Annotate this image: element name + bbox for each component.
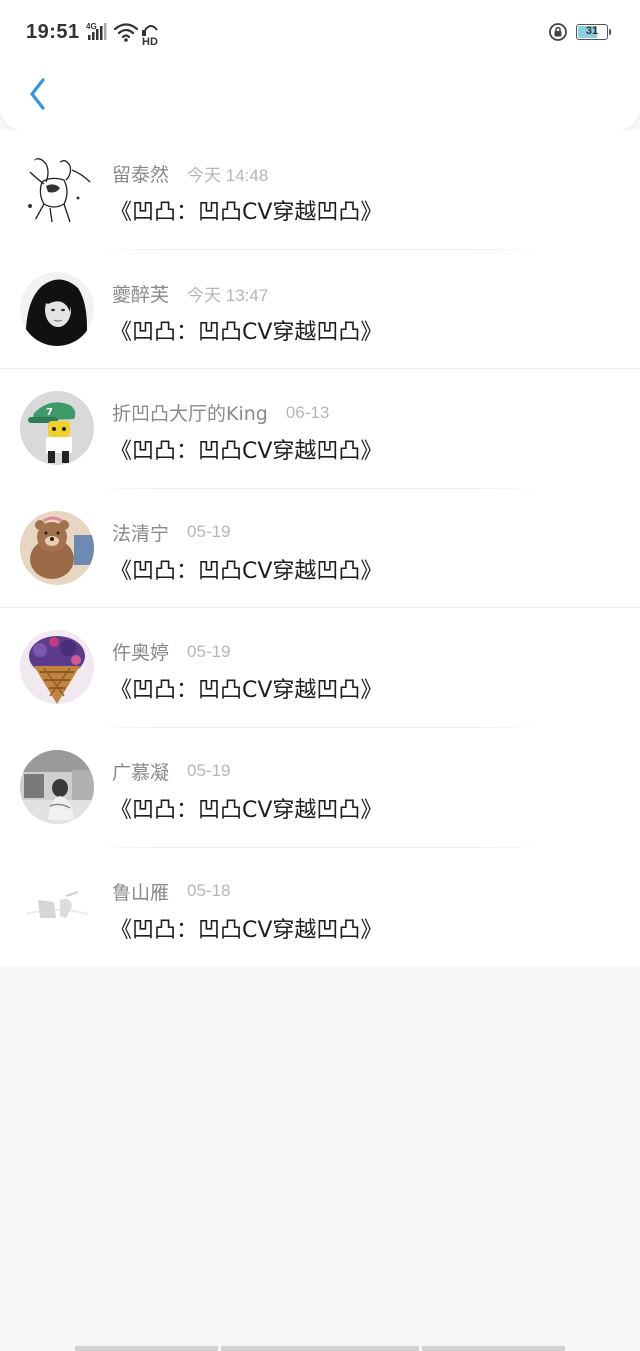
message-row[interactable]: 留泰然 今天 14:48 《凹凸：凹凸CV穿越凹凸》	[0, 130, 640, 250]
nav-indicator	[75, 1346, 218, 1351]
signal-wifi-hd-icons: 4G HD	[86, 22, 158, 46]
battery-level: 31	[585, 25, 599, 37]
message-time: 05-19	[187, 761, 231, 781]
message-header: 夔醉芙 今天 13:47	[112, 280, 268, 306]
message-row[interactable]: 法清宁 05-19 《凹凸：凹凸CV穿越凹凸》	[0, 488, 640, 609]
avatar[interactable]	[20, 869, 94, 944]
lock-rotation-icon	[549, 23, 567, 41]
message-time: 06-13	[285, 402, 330, 422]
message-time: 05-18	[187, 881, 231, 901]
avatar[interactable]	[20, 510, 94, 585]
message-header: 折凹凸大厅的King 06-13	[112, 399, 330, 426]
message-header: 仵奥婷 05-19	[112, 638, 231, 665]
message-text: 《凹凸：凹凸CV穿越凹凸》	[110, 558, 383, 584]
message-text: 《凹凸：凹凸CV穿越凹凸》	[110, 678, 383, 704]
message-row[interactable]: 夔醉芙 今天 13:47 《凹凸：凹凸CV穿越凹凸》	[0, 249, 640, 370]
empty-area	[0, 966, 640, 1351]
message-text: 《凹凸：凹凸CV穿越凹凸》	[110, 319, 383, 345]
message-row[interactable]: 仵奥婷 05-19 《凹凸：凹凸CV穿越凹凸》	[0, 608, 640, 728]
network-type-label: 4G	[86, 22, 97, 31]
message-list: 留泰然 今天 14:48 《凹凸：凹凸CV穿越凹凸》 夔醉芙 今天 13:47 《凹…	[0, 130, 640, 968]
svg-text:7: 7	[46, 407, 53, 418]
message-text: 《凹凸：凹凸CV穿越凹凸》	[110, 917, 383, 943]
battery-tip	[609, 29, 611, 35]
hd-label: HD	[142, 36, 158, 46]
sender-name: 夔醉芙	[112, 283, 170, 306]
sender-name: 法清宁	[112, 522, 170, 545]
top-bar: 19:51 4G HD 31	[0, 0, 640, 130]
status-bar: 19:51 4G HD 31	[0, 0, 640, 66]
message-header: 法清宁 05-19	[112, 519, 231, 545]
message-time: 05-19	[187, 641, 231, 661]
status-time: 19:51	[26, 21, 80, 43]
message-time: 05-19	[187, 522, 231, 542]
message-row[interactable]: 7 折凹凸大厅的King 06-13 《凹凸：凹凸CV穿越凹凸》	[0, 369, 640, 489]
sender-name: 折凹凸大厅的King	[112, 403, 268, 426]
message-text: 《凹凸：凹凸CV穿越凹凸》	[110, 797, 383, 823]
back-button[interactable]	[18, 74, 58, 114]
message-text: 《凹凸：凹凸CV穿越凹凸》	[110, 439, 383, 465]
message-text: 《凹凸：凹凸CV穿越凹凸》	[110, 200, 383, 225]
message-time: 今天 14:48	[187, 166, 269, 185]
sender-name: 广慕凝	[112, 761, 170, 784]
sender-name: 鲁山雁	[112, 881, 170, 904]
sender-name: 仵奥婷	[112, 642, 170, 665]
message-time: 今天 13:47	[187, 285, 269, 305]
chevron-left-icon	[30, 78, 45, 110]
avatar[interactable]	[20, 749, 94, 824]
battery-icon: 31	[576, 24, 608, 40]
message-row[interactable]: 鲁山雁 05-18 《凹凸：凹凸CV穿越凹凸》	[0, 847, 640, 968]
message-header: 鲁山雁 05-18	[112, 878, 231, 904]
nav-indicator	[422, 1346, 565, 1351]
avatar[interactable]: 7	[20, 391, 94, 466]
avatar[interactable]	[20, 152, 94, 226]
message-header: 留泰然 今天 14:48	[112, 160, 268, 186]
message-row[interactable]: 广慕凝 05-19 《凹凸：凹凸CV穿越凹凸》	[0, 727, 640, 848]
avatar[interactable]	[20, 271, 94, 346]
nav-indicator	[221, 1346, 419, 1351]
avatar[interactable]	[20, 630, 94, 705]
sender-name: 留泰然	[112, 164, 170, 186]
message-header: 广慕凝 05-19	[112, 758, 231, 784]
